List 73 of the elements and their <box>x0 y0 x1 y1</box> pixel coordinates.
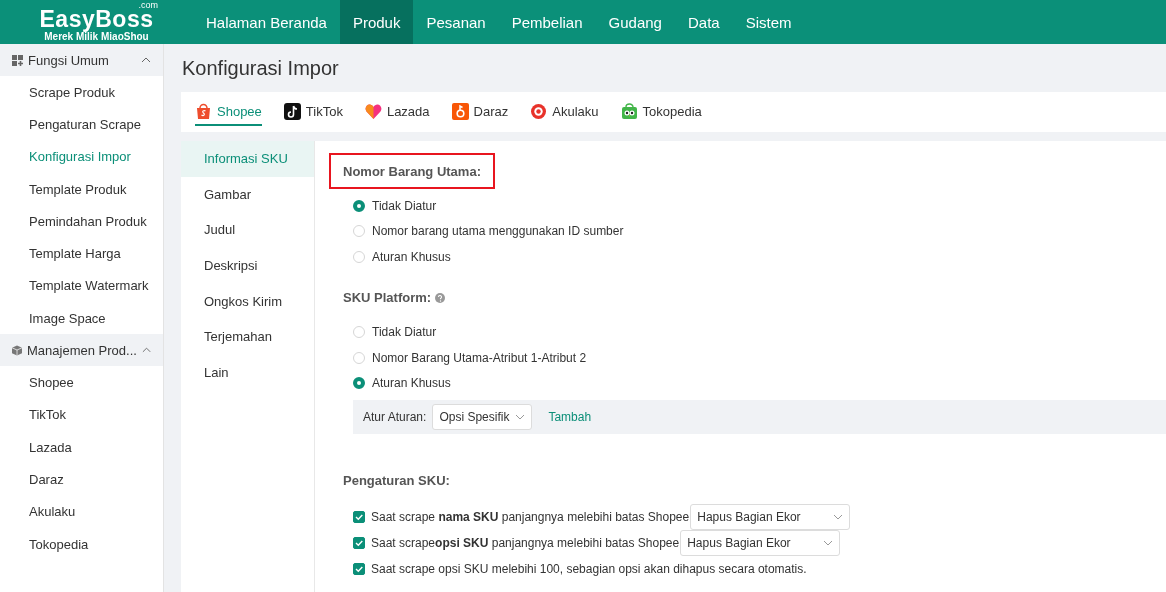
platform-tab[interactable]: TikTok <box>283 98 343 126</box>
action-select[interactable]: Hapus Bagian Ekor <box>680 530 841 556</box>
heart-icon <box>364 102 382 120</box>
sidebar-item[interactable]: TikTok <box>0 398 163 431</box>
radio-option[interactable]: Tidak Diatur <box>353 193 1166 219</box>
sidebar-item[interactable]: Lazada <box>0 430 163 464</box>
sidebar-item[interactable]: Akulaku <box>0 495 163 528</box>
checkbox-label: Saat scrape nama SKU panjangnya melebihi batas Shopee <box>371 510 690 524</box>
platform-tab[interactable]: Akulaku <box>530 98 599 126</box>
radio-button[interactable] <box>353 377 365 390</box>
settings-nav-item[interactable]: Lain <box>181 354 314 391</box>
radio-option[interactable]: Aturan Khusus <box>353 370 1166 396</box>
settings-nav-item[interactable]: Deskripsi <box>181 247 314 284</box>
sidebar-item[interactable]: Shopee <box>0 366 163 399</box>
sidebar-group-header[interactable]: Manajemen Prod... <box>0 334 163 367</box>
check-icon <box>354 564 364 574</box>
platform-tab[interactable]: Lazada <box>364 98 430 126</box>
music-note-icon <box>283 102 301 120</box>
sidebar-item[interactable]: Pengaturan Scrape <box>0 108 163 141</box>
nav-item[interactable]: Produk <box>339 0 414 44</box>
sidebar-item[interactable]: Scrape Produk <box>0 76 163 109</box>
nav-item[interactable]: Pembelian <box>498 0 596 44</box>
sidebar-item[interactable]: Template Harga <box>0 237 163 270</box>
add-link[interactable]: Tambah <box>548 410 592 424</box>
radio-option[interactable]: Tidak Diatur <box>353 319 1166 345</box>
page-title: Konfigurasi Impor <box>182 56 340 80</box>
nav-item[interactable]: Pesanan <box>413 0 499 44</box>
ring-icon <box>530 102 548 120</box>
caret-icon <box>515 414 526 420</box>
section-title: Pengaturan SKU: <box>342 471 451 490</box>
sidebar-item[interactable]: Tokopedia <box>0 527 163 561</box>
settings-nav-item[interactable]: Judul <box>181 212 314 248</box>
nav-item[interactable]: Gudang <box>595 0 675 44</box>
sidebar-group-header[interactable]: Fungsi Umum <box>0 44 163 76</box>
checkbox[interactable] <box>353 563 365 575</box>
checkbox-label: Saat scrapeopsi SKU panjangnya melebihi batas Shopee <box>371 536 680 550</box>
sidebar-item[interactable]: Daraz <box>0 463 163 496</box>
action-select[interactable]: Hapus Bagian Ekor <box>690 504 851 530</box>
nav-item[interactable]: Sistem <box>732 0 805 44</box>
rule-label: Atur Aturan: <box>363 410 427 424</box>
section-title: Nomor Barang Utama: <box>329 153 495 189</box>
nav-item[interactable]: Halaman Beranda <box>193 0 340 44</box>
checkbox[interactable] <box>353 511 365 523</box>
sidebar-item[interactable]: Template Watermark <box>0 269 163 303</box>
platform-tab[interactable]: Daraz <box>451 98 509 126</box>
sidebar-item[interactable]: Image Space <box>0 302 163 335</box>
sidebar-item[interactable]: Pemindahan Produk <box>0 205 163 238</box>
logo-suffix: .com <box>138 1 158 9</box>
rule-select[interactable]: Opsi Spesifik <box>432 404 533 430</box>
sidebar-item[interactable]: Template Produk <box>0 172 163 206</box>
radio-button[interactable] <box>353 199 365 212</box>
check-icon <box>354 512 364 522</box>
radio-option[interactable]: Nomor barang utama menggunakan ID sumber <box>353 218 1166 244</box>
radio-option[interactable]: Aturan Khusus <box>353 244 1166 270</box>
section-title: SKU Platform: <box>329 279 460 316</box>
checkbox[interactable] <box>353 537 365 549</box>
caret-icon <box>823 540 834 546</box>
platform-tab[interactable]: Tokopedia <box>620 98 702 126</box>
platform-tab[interactable]: Shopee <box>195 98 262 126</box>
settings-nav-item[interactable]: Gambar <box>181 176 314 213</box>
owl-bag-icon <box>620 102 638 120</box>
cube-icon <box>12 344 23 356</box>
checkbox-label: Saat scrape opsi SKU melebihi 100, sebagian opsi akan dihapus secara otomatis. <box>371 562 807 576</box>
grid-icon <box>12 54 23 66</box>
bag-icon <box>195 102 212 120</box>
settings-nav-item[interactable]: Informasi SKU <box>181 141 314 177</box>
nav-item[interactable]: Data <box>674 0 733 44</box>
check-icon <box>354 538 364 548</box>
settings-nav-item[interactable]: Terjemahan <box>181 318 314 355</box>
caret-icon <box>833 514 844 520</box>
radio-option[interactable]: Nomor Barang Utama-Atribut 1-Atribut 2 <box>353 345 1166 371</box>
settings-nav-item[interactable]: Ongkos Kirim <box>181 283 314 319</box>
sidebar-item[interactable]: Konfigurasi Impor <box>0 140 163 173</box>
